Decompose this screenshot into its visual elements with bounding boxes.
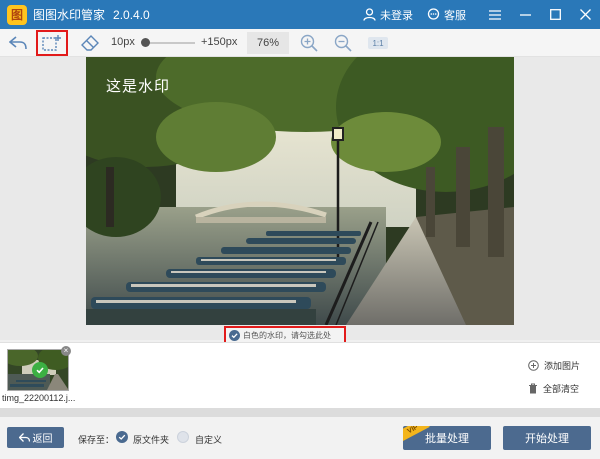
app-title: 图图水印管家 (33, 8, 106, 22)
rect-select-icon (42, 35, 61, 51)
logo-char: 图 (10, 8, 23, 22)
zoom-in-icon (300, 34, 318, 52)
eraser-tool[interactable] (78, 31, 102, 55)
title-bar: 图 图图水印管家 2.0.4.0 未登录 客服 (0, 0, 600, 29)
login-link[interactable]: 未登录 (363, 7, 413, 23)
back-button[interactable]: 返回 (7, 427, 64, 448)
white-watermark-label: 白色的水印，请勾选此处 (243, 330, 331, 340)
thumbnail-filename: timg_22200112.j... (2, 393, 76, 403)
add-circle-icon (528, 360, 539, 371)
hamburger-icon (489, 9, 501, 20)
remove-thumbnail-button[interactable]: × (61, 346, 71, 356)
title-bar-actions: 未登录 客服 (363, 0, 600, 29)
slider-track (143, 42, 195, 44)
back-label: 返回 (32, 434, 53, 445)
selected-check-icon (32, 362, 48, 378)
add-image-label: 添加图片 (544, 361, 581, 371)
undo-button[interactable] (6, 31, 30, 55)
clear-all-label: 全部清空 (543, 384, 580, 394)
watermark-text[interactable]: 这是水印 (106, 75, 170, 96)
app-logo: 图 (7, 4, 27, 25)
zoom-level: 76% (247, 32, 289, 54)
zoom-in-button[interactable] (298, 32, 320, 54)
trash-icon (529, 383, 537, 394)
bottom-bar: 返回 保存至： 原文件夹 自定义 VIP 批量处理 开始处理 (0, 417, 600, 459)
radio-check-icon (118, 434, 126, 440)
add-image-button[interactable]: 添加图片 (528, 359, 580, 372)
brush-size-min: 10px (111, 36, 135, 48)
maximize-button[interactable] (540, 0, 570, 29)
chat-icon (427, 8, 440, 20)
save-to-label: 保存至： (78, 435, 115, 445)
start-process-button[interactable]: 开始处理 (503, 426, 591, 450)
thumbnail-strip: × timg_22200112.j... 添加图片 全部清空 (0, 342, 600, 408)
batch-process-button[interactable]: VIP 批量处理 (403, 426, 491, 450)
select-rect-tool[interactable] (36, 30, 68, 56)
batch-process-label: 批量处理 (425, 433, 469, 445)
brush-size-slider[interactable] (141, 38, 197, 48)
app-version: 2.0.4.0 (113, 7, 150, 22)
clear-all-button[interactable]: 全部清空 (528, 382, 579, 395)
canvas-area: 这是水印 白色的水印，请勾选此处 (0, 57, 600, 344)
brush-size-max: +150px (201, 36, 238, 48)
divider (0, 408, 600, 417)
user-icon (363, 8, 376, 21)
minimize-icon (519, 13, 531, 16)
original-folder-label: 原文件夹 (133, 435, 170, 445)
minimize-button[interactable] (510, 0, 540, 29)
close-button[interactable] (570, 0, 600, 29)
service-link[interactable]: 客服 (427, 7, 466, 23)
radio-original-folder[interactable] (116, 431, 128, 443)
slider-thumb[interactable] (141, 38, 150, 47)
park-photo (86, 57, 514, 325)
menu-button[interactable] (480, 0, 510, 29)
login-label: 未登录 (380, 9, 413, 22)
back-arrow-icon (18, 433, 30, 442)
checkbox-checked-icon[interactable] (229, 329, 240, 341)
thumbnail-item[interactable] (7, 349, 69, 391)
service-label: 客服 (444, 9, 466, 22)
close-icon (579, 9, 591, 20)
maximize-icon (549, 9, 561, 20)
zoom-out-icon (334, 34, 352, 52)
zoom-out-button[interactable] (332, 32, 354, 54)
radio-custom-folder[interactable] (177, 431, 189, 443)
start-process-label: 开始处理 (525, 433, 569, 445)
preview-image[interactable]: 这是水印 (86, 57, 514, 325)
custom-folder-label: 自定义 (195, 435, 223, 445)
eraser-icon (81, 35, 99, 51)
toolbar: 10px +150px 76% 1:1 (0, 29, 600, 57)
undo-icon (9, 36, 27, 50)
actual-size-button[interactable]: 1:1 (368, 37, 388, 49)
